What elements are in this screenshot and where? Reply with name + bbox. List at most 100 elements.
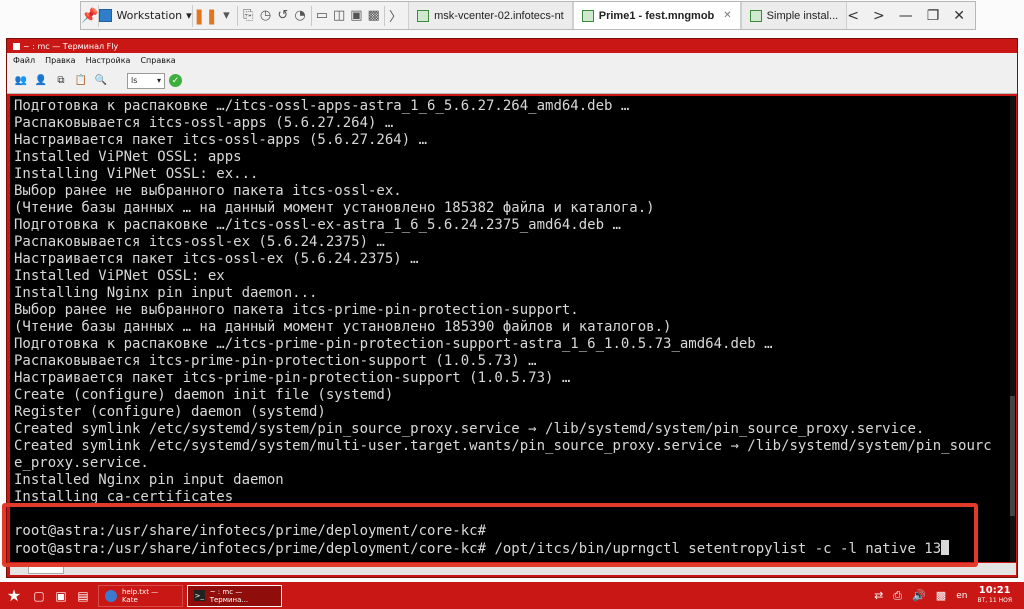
pause-icon[interactable]: ❚❚ xyxy=(193,5,218,27)
clock[interactable]: 10:21 ВТ, 11 НОЯ xyxy=(977,584,1012,606)
kate-icon xyxy=(105,589,117,602)
terminal-line: Installed ViPNet OSSL: apps xyxy=(14,149,242,165)
terminal-line: Подготовка к распаковке …/itcs-prime-pin… xyxy=(14,336,773,352)
terminal-line: Created symlink /etc/systemd/system/mult… xyxy=(14,438,992,454)
terminal-tab-strip xyxy=(10,563,1016,575)
chevron-right-icon[interactable]: > xyxy=(873,8,885,24)
terminal-line: Create (configure) daemon init file (sys… xyxy=(14,387,394,403)
window-title: ~ : mc — Терминал Fly xyxy=(23,41,119,51)
restore-icon[interactable]: ❐ xyxy=(927,8,940,24)
copy-icon[interactable]: ⧉ xyxy=(53,73,69,89)
stretch-icon[interactable]: ▩ xyxy=(365,5,382,27)
terminal-line: Распаковывается itcs-prime-pin-protectio… xyxy=(14,353,537,369)
command-line[interactable]: root@astra:/usr/share/infotecs/prime/dep… xyxy=(14,540,1016,557)
remove-session-icon[interactable]: 👤 xyxy=(33,73,49,89)
task-terminal[interactable]: >_ ~ : mc — Термина... xyxy=(187,584,282,607)
apply-icon[interactable]: ✓ xyxy=(169,74,182,87)
terminal-line: Выбор ранее не выбранного пакета itcs-os… xyxy=(14,183,402,199)
terminal-line: Installing ca-certificates xyxy=(14,489,234,505)
terminal-icon[interactable]: 〉 xyxy=(387,5,404,27)
terminal-line: Register (configure) daemon (systemd) xyxy=(14,404,326,420)
system-tray: ⇄ ⎙ 🔊 ▩ en 10:21 ВТ, 11 НОЯ xyxy=(874,584,1024,606)
close-icon[interactable]: ✕ xyxy=(953,8,965,24)
terminal-line: (Чтение базы данных … на данный момент у… xyxy=(14,319,672,335)
text-cursor xyxy=(941,540,950,555)
menu-help[interactable]: Справка xyxy=(140,56,175,65)
find-icon[interactable]: 🔍 xyxy=(93,73,109,89)
tab-label: Prime1 - fest.mngmob xyxy=(598,9,715,22)
terminal-line: Installed Nginx pin input daemon xyxy=(14,472,284,488)
file-manager-icon[interactable]: ▤ xyxy=(72,589,94,603)
scrollbar-thumb[interactable] xyxy=(1010,396,1015,516)
revert-snapshot-icon[interactable]: ↺ xyxy=(274,5,291,27)
terminal-output[interactable]: Подготовка к распаковке …/itcs-ossl-apps… xyxy=(10,96,1016,562)
prompt: root@astra:/usr/share/infotecs/prime/dep… xyxy=(14,541,487,557)
terminal-line: Распаковывается itcs-ossl-apps (5.6.27.2… xyxy=(14,115,394,131)
terminal-log: Подготовка к распаковке …/itcs-ossl-apps… xyxy=(14,98,1016,506)
clock-time: 10:21 xyxy=(978,584,1011,596)
task-kate[interactable]: help.txt — Kate xyxy=(98,584,183,607)
workstation-toolbar: 📌 Workstation ▾ ❚❚ ▾ ⎘ ◷ ↺ ◔ ▭ ◫ ▣ ▩ 〉 m… xyxy=(80,1,976,30)
fullscreen-icon[interactable]: ▣ xyxy=(348,5,365,27)
menu-bar: Файл Правка Настройка Справка xyxy=(7,53,1017,68)
vm-tabs: msk-vcenter-02.infotecs-nt Prime1 - fest… xyxy=(408,2,848,29)
console-view-icon[interactable]: ▭ xyxy=(313,5,330,27)
start-menu-icon[interactable]: ★ xyxy=(0,586,28,605)
window-controls: < > — ❐ ✕ xyxy=(847,8,975,24)
terminal-scrollbar[interactable] xyxy=(1010,96,1015,562)
tab-label: msk-vcenter-02.infotecs-nt xyxy=(434,9,564,22)
task-label: help.txt — Kate xyxy=(121,587,159,604)
paste-icon[interactable]: 📋 xyxy=(73,73,89,89)
terminal-line: Настраивается пакет itcs-ossl-ex (5.6.24… xyxy=(14,251,419,267)
workstation-icon xyxy=(99,9,113,22)
menu-edit[interactable]: Правка xyxy=(45,56,75,65)
close-tab-icon[interactable]: ✕ xyxy=(723,10,731,21)
terminal-line: Installed ViPNet OSSL: ex xyxy=(14,268,225,284)
menu-file[interactable]: Файл xyxy=(13,56,35,65)
network-icon[interactable]: ⇄ xyxy=(874,589,883,602)
chevron-down-icon[interactable]: ▾ xyxy=(218,5,235,27)
tab-label: Simple instal... xyxy=(766,9,839,22)
minimize-icon[interactable]: — xyxy=(899,8,913,24)
terminal-line: Настраивается пакет itcs-ossl-apps (5.6.… xyxy=(14,132,428,148)
chevron-left-icon[interactable]: < xyxy=(847,8,859,24)
workstation-menu[interactable]: Workstation ▾ xyxy=(99,4,193,27)
terminal-line: Подготовка к распаковке …/itcs-ossl-ex-a… xyxy=(14,217,621,233)
tab-msk-vcenter[interactable]: msk-vcenter-02.infotecs-nt xyxy=(408,2,573,29)
vm-icon xyxy=(581,9,594,22)
encoding-value: ls xyxy=(131,76,138,85)
tab-prime1[interactable]: Prime1 - fest.mngmob ✕ xyxy=(572,2,741,29)
sound-icon[interactable]: 🔊 xyxy=(912,589,926,602)
keyboard-layout[interactable]: en xyxy=(956,591,967,601)
menu-settings[interactable]: Настройка xyxy=(86,56,131,65)
terminal-icon: >_ xyxy=(194,590,205,601)
task-label: ~ : mc — Термина... xyxy=(209,587,249,604)
tab-simple-install[interactable]: Simple instal... xyxy=(740,2,848,29)
window-title-bar[interactable]: ~ : mc — Терминал Fly xyxy=(7,39,1017,53)
desktop-2-icon[interactable]: ▣ xyxy=(50,589,72,603)
chevron-down-icon: ▾ xyxy=(156,76,161,85)
display-icon[interactable]: ▩ xyxy=(936,589,946,602)
new-session-icon[interactable]: 👥 xyxy=(13,73,29,89)
taskbar: ★ ▢ ▣ ▤ help.txt — Kate >_ ~ : mc — Терм… xyxy=(0,582,1024,609)
terminal-app-icon xyxy=(13,42,20,50)
terminal-line: Created symlink /etc/systemd/system/pin_… xyxy=(14,421,925,437)
chevron-down-icon: ▾ xyxy=(186,9,192,22)
terminal-line: Настраивается пакет itcs-prime-pin-prote… xyxy=(14,370,571,386)
printer-icon[interactable]: ⎙ xyxy=(893,589,902,603)
terminal-line: Installing Nginx pin input daemon... xyxy=(14,285,318,301)
vm-icon xyxy=(749,9,762,22)
pin-icon[interactable]: 📌 xyxy=(81,4,100,27)
snapshot-manager-icon[interactable]: ◔ xyxy=(291,5,308,27)
send-keys-icon[interactable]: ⎘ xyxy=(240,5,257,27)
terminal-toolbar: 👥 👤 ⧉ 📋 🔍 ls ▾ ✓ xyxy=(7,68,1017,94)
no-console-icon[interactable]: ◫ xyxy=(331,5,348,27)
command-input[interactable]: /opt/itcs/bin/uprngctl setentropylist -c… xyxy=(486,541,941,557)
session-tab[interactable] xyxy=(28,564,64,574)
encoding-select[interactable]: ls ▾ xyxy=(127,72,165,89)
snapshot-icon[interactable]: ◷ xyxy=(257,5,274,27)
desktop-1-icon[interactable]: ▢ xyxy=(28,589,50,603)
vm-icon xyxy=(417,9,430,22)
terminal-line: Распаковывается itcs-ossl-ex (5.6.24.237… xyxy=(14,234,385,250)
terminal-line: Installing ViPNet OSSL: ex... xyxy=(14,166,259,182)
